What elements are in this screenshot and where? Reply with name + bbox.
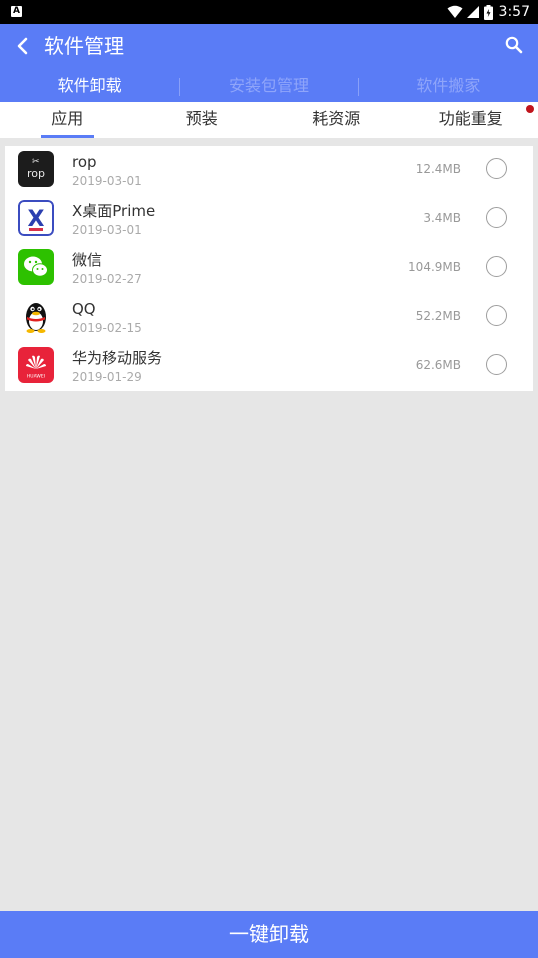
qq-penguin-icon — [18, 298, 54, 334]
clock: 3:57 — [498, 4, 530, 20]
active-tab-indicator — [41, 135, 94, 138]
app-name: 华为移动服务 — [72, 349, 163, 367]
list-item[interactable]: 微信 2019-02-27 104.9MB — [5, 244, 533, 293]
tab-divider — [358, 78, 359, 96]
install-date: 2019-03-01 — [72, 223, 142, 237]
notification-icon: A — [11, 6, 22, 17]
subtab-apps[interactable]: 应用 — [0, 102, 135, 138]
app-size: 52.2MB — [415, 309, 461, 323]
red-dot-badge — [526, 105, 534, 113]
install-date: 2019-03-01 — [72, 174, 142, 188]
search-icon[interactable] — [504, 35, 524, 55]
app-size: 104.9MB — [408, 260, 461, 274]
uninstall-all-button[interactable]: 一键卸载 — [0, 911, 538, 958]
back-arrow-icon[interactable] — [12, 34, 34, 58]
app-size: 62.6MB — [415, 358, 461, 372]
select-radio[interactable] — [486, 354, 507, 375]
status-bar: A 3:57 — [0, 0, 538, 24]
list-item[interactable]: HUAWEI 华为移动服务 2019-01-29 62.6MB — [5, 342, 533, 391]
tab-uninstall[interactable]: 软件卸载 — [0, 72, 179, 100]
app-list: rop ✂ rop 2019-03-01 12.4MB X X桌面Prime 20… — [5, 146, 533, 391]
tab-package-manager[interactable]: 安装包管理 — [179, 72, 358, 100]
battery-icon — [483, 4, 493, 20]
subtab-resource-heavy[interactable]: 耗资源 — [269, 102, 404, 138]
app-name: 微信 — [72, 251, 103, 269]
svg-text:✂: ✂ — [32, 157, 40, 167]
select-radio[interactable] — [486, 158, 507, 179]
subtab-apps-label: 应用 — [51, 109, 84, 128]
sub-tab-bar: 应用 预装 耗资源 功能重复 — [0, 102, 538, 138]
app-name: QQ — [72, 300, 96, 318]
install-date: 2019-01-29 — [72, 370, 142, 384]
wechat-icon — [18, 249, 54, 285]
app-bar: 软件管理 软件卸载 安装包管理 软件搬家 — [0, 24, 538, 102]
select-radio[interactable] — [486, 305, 507, 326]
list-item[interactable]: X X桌面Prime 2019-03-01 3.4MB — [5, 195, 533, 244]
install-date: 2019-02-27 — [72, 272, 142, 286]
page-title: 软件管理 — [44, 34, 124, 58]
tab-app-move[interactable]: 软件搬家 — [359, 72, 538, 100]
app-size: 12.4MB — [415, 162, 461, 176]
subtab-preinstalled[interactable]: 预装 — [135, 102, 270, 138]
signal-icon — [466, 6, 479, 18]
list-item[interactable]: rop ✂ rop 2019-03-01 12.4MB — [5, 146, 533, 195]
tab-divider — [179, 78, 180, 96]
x-launcher-icon: X — [18, 200, 54, 236]
select-radio[interactable] — [486, 207, 507, 228]
app-name: rop — [72, 153, 97, 171]
select-radio[interactable] — [486, 256, 507, 277]
install-date: 2019-02-15 — [72, 321, 142, 335]
wifi-icon — [447, 5, 463, 18]
huawei-icon: HUAWEI — [18, 347, 54, 383]
rop-app-icon: rop ✂ — [18, 151, 54, 187]
rop-icon-text: rop — [27, 167, 45, 180]
top-tab-bar: 软件卸载 安装包管理 软件搬家 — [0, 72, 538, 100]
app-name: X桌面Prime — [72, 202, 156, 220]
subtab-duplicate-label: 功能重复 — [438, 109, 503, 128]
subtab-duplicate-function[interactable]: 功能重复 — [404, 102, 538, 138]
list-item[interactable]: QQ 2019-02-15 52.2MB — [5, 293, 533, 342]
app-size: 3.4MB — [423, 211, 461, 225]
huawei-icon-text: HUAWEI — [27, 374, 45, 380]
